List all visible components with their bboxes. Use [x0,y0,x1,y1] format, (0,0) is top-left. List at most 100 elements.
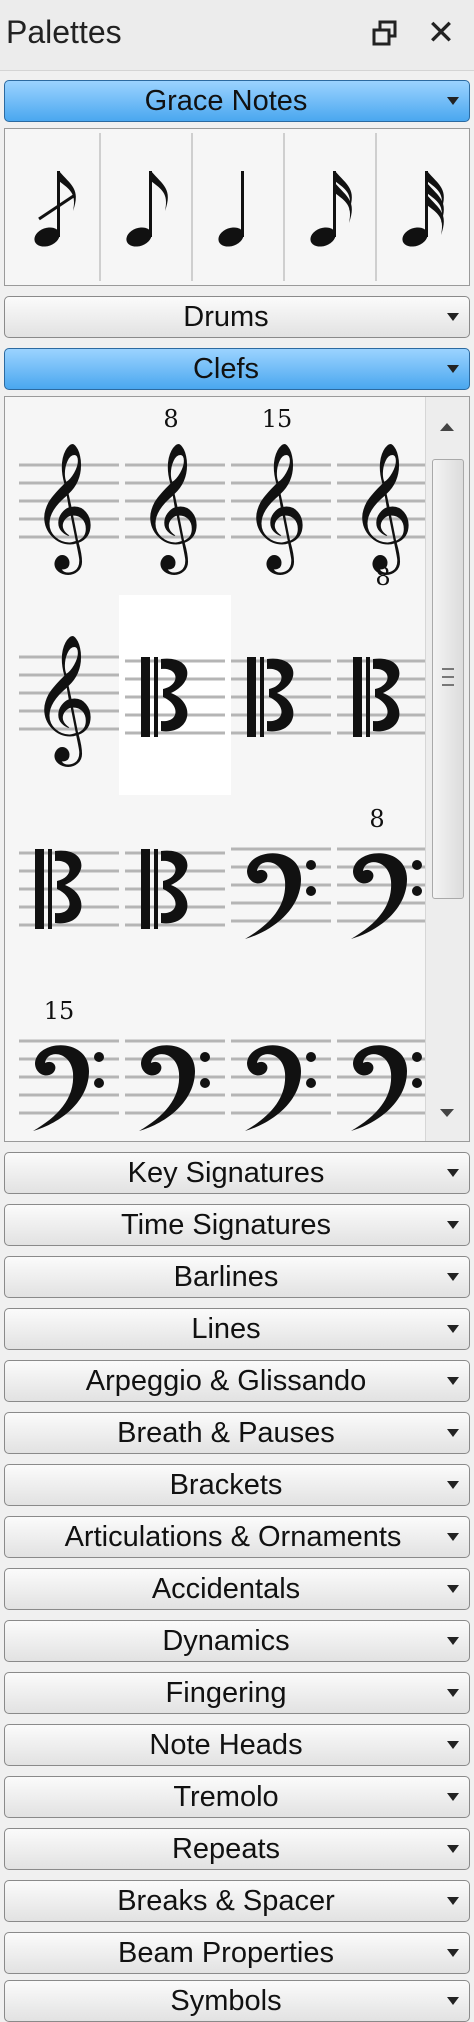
palette-accidentals[interactable]: Accidentals [4,1568,470,1610]
clef-bass-icon[interactable] [225,787,337,987]
palette-label: Brackets [169,1469,283,1501]
window-title: Palettes [6,14,122,50]
palette-lines[interactable]: Lines [4,1308,470,1350]
palette-label: Breath & Pauses [117,1417,335,1449]
grace-note-acciaccatura-icon[interactable] [9,133,101,281]
palette-label: Arpeggio & Glissando [85,1365,367,1397]
palette-breaks-spacer[interactable]: Breaks & Spacer [4,1880,470,1922]
clef-octave-mark: 8 [369,805,384,833]
svg-text:𝄞: 𝄞 [31,633,96,767]
close-icon[interactable]: ✕ [424,16,458,50]
clef-bass-icon[interactable] [225,979,337,1141]
chevron-down-icon [447,1429,459,1437]
palette-label: Articulations & Ornaments [64,1521,402,1553]
palette-label: Beam Properties [118,1937,334,1969]
chevron-down-icon [447,1741,459,1749]
clef-treble-icon[interactable]: 𝄞 15 [225,403,337,603]
clef-treble-icon[interactable]: 𝄞 [13,403,125,603]
palette-clefs[interactable]: Clefs [4,348,470,390]
palette-label: Drums [183,301,269,333]
palette-symbols[interactable]: Symbols [4,1980,470,2022]
svg-text:𝄞: 𝄞 [243,441,308,575]
palette-label: Accidentals [151,1573,301,1605]
palette-label: Lines [191,1313,261,1345]
clef-octave-mark: 15 [44,997,75,1025]
palette-brackets[interactable]: Brackets [4,1464,470,1506]
palette-label: Barlines [173,1261,279,1293]
chevron-down-icon [447,313,459,321]
grace-notes-panel [4,128,470,286]
palette-time-signatures[interactable]: Time Signatures [4,1204,470,1246]
scroll-up-icon[interactable] [440,423,454,431]
palette-dynamics[interactable]: Dynamics [4,1620,470,1662]
palette-articulations-ornaments[interactable]: Articulations & Ornaments [4,1516,470,1558]
palette-label: Fingering [165,1677,287,1709]
chevron-down-icon [447,1533,459,1541]
svg-text:𝄞: 𝄞 [137,441,202,575]
grip-icon [442,676,454,678]
palette-repeats[interactable]: Repeats [4,1828,470,1870]
palette-label: Breaks & Spacer [117,1885,335,1917]
chevron-down-icon [447,1897,459,1905]
palette-label: Symbols [170,1985,282,2017]
palette-label: Note Heads [149,1729,303,1761]
palette-key-signatures[interactable]: Key Signatures [4,1152,470,1194]
palette-label: Grace Notes [144,85,308,117]
chevron-down-icon [447,1273,459,1281]
clef-treble-icon[interactable]: 𝄞 [13,595,125,795]
palette-label: Repeats [171,1833,280,1865]
clef-octave-mark: 8 [375,563,390,591]
clef-octave-mark: 15 [262,405,293,433]
palette-breath-pauses[interactable]: Breath & Pauses [4,1412,470,1454]
clefs-scrollbar[interactable] [425,397,469,1141]
title-bar: Palettes ✕ [0,0,474,71]
clef-octave-mark: 8 [163,405,178,433]
chevron-down-icon [447,1377,459,1385]
palette-drums[interactable]: Drums [4,296,470,338]
chevron-down-icon [447,1845,459,1853]
grace-note-grace16-icon[interactable] [285,133,377,281]
clef-c-clef-icon[interactable] [119,595,231,795]
grip-icon [442,668,454,670]
grace-note-appoggiatura-icon[interactable] [101,133,193,281]
scroll-thumb[interactable] [432,459,464,899]
clef-bass-icon[interactable] [119,979,231,1141]
clef-treble-icon[interactable]: 𝄞 8 [119,403,231,603]
clef-c-clef-icon[interactable] [119,787,231,987]
palette-label: Key Signatures [127,1157,325,1189]
float-icon[interactable] [372,20,398,46]
chevron-down-icon [447,1221,459,1229]
chevron-down-icon [447,1169,459,1177]
clef-c-clef-icon[interactable] [13,787,125,987]
chevron-down-icon [447,1793,459,1801]
clef-bass-icon[interactable]: 15 [13,979,125,1141]
palette-grace-notes[interactable]: Grace Notes [4,80,470,122]
chevron-down-icon [447,1997,459,2005]
grip-icon [442,684,454,686]
chevron-down-icon [447,97,459,105]
palette-label: Dynamics [162,1625,290,1657]
grace-note-grace32-icon[interactable] [377,133,469,281]
palette-note-heads[interactable]: Note Heads [4,1724,470,1766]
palette-beam-properties[interactable]: Beam Properties [4,1932,470,1974]
scroll-down-icon[interactable] [440,1109,454,1117]
chevron-down-icon [447,1325,459,1333]
svg-text:𝄞: 𝄞 [349,441,414,575]
chevron-down-icon [447,1689,459,1697]
palette-label: Clefs [192,353,260,385]
palette-barlines[interactable]: Barlines [4,1256,470,1298]
palette-tremolo[interactable]: Tremolo [4,1776,470,1818]
palette-label: Time Signatures [120,1209,332,1241]
palette-label: Tremolo [173,1781,279,1813]
chevron-down-icon [447,365,459,373]
chevron-down-icon [447,1481,459,1489]
grace-note-grace4-icon[interactable] [193,133,285,281]
clef-c-clef-icon[interactable] [225,595,337,795]
chevron-down-icon [447,1949,459,1957]
chevron-down-icon [447,1637,459,1645]
svg-text:𝄞: 𝄞 [31,441,96,575]
palette-arpeggio-glissando[interactable]: Arpeggio & Glissando [4,1360,470,1402]
clefs-panel: 𝄞 𝄞 8 𝄞 15 𝄞 8 𝄞 8 15 [4,396,470,1142]
chevron-down-icon [447,1585,459,1593]
palette-fingering[interactable]: Fingering [4,1672,470,1714]
